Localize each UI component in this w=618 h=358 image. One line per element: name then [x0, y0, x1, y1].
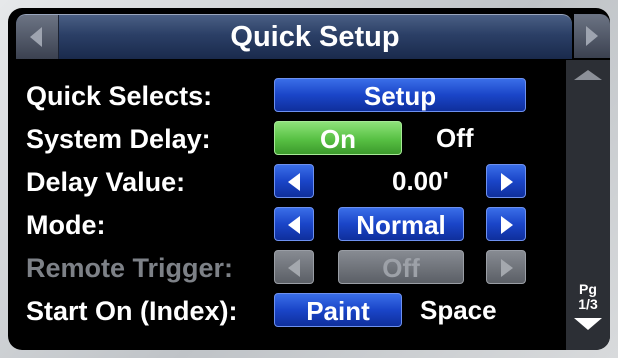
start-on-space-option[interactable]: Space: [420, 293, 497, 327]
remote-trigger-prev-button: [274, 250, 314, 284]
mode-next-button[interactable]: [486, 207, 526, 241]
quick-selects-label: Quick Selects:: [26, 81, 213, 111]
mode-value-button[interactable]: Normal: [338, 207, 464, 241]
page-indicator: Pg 1/3: [566, 282, 610, 312]
scroll-column: Pg 1/3: [566, 60, 610, 350]
remote-trigger-value: Off: [338, 250, 464, 284]
quick-selects-button[interactable]: Setup: [274, 78, 526, 112]
title-bar: Quick Setup: [16, 14, 572, 59]
start-on-label: Start On (Index):: [26, 296, 238, 326]
delay-decrease-button[interactable]: [274, 164, 314, 198]
system-delay-label: System Delay:: [26, 124, 211, 154]
chevron-right-icon: [586, 26, 598, 46]
delay-increase-button[interactable]: [486, 164, 526, 198]
scroll-down-icon[interactable]: [574, 318, 602, 330]
chevron-left-icon: [288, 259, 300, 277]
prev-page-button[interactable]: [16, 15, 59, 59]
mode-label: Mode:: [26, 210, 106, 240]
chevron-left-icon: [288, 173, 300, 191]
system-delay-off-option[interactable]: Off: [436, 121, 474, 155]
delay-value-display: 0.00': [392, 166, 449, 196]
page-title: Quick Setup: [230, 21, 400, 53]
scroll-up-icon[interactable]: [574, 70, 602, 80]
delay-value-label: Delay Value:: [26, 167, 186, 197]
page-indicator-label: Pg: [579, 281, 597, 297]
remote-trigger-label: Remote Trigger:: [26, 253, 234, 283]
device-bezel: Quick Setup Pg 1/3 Quick Selects: Setup …: [0, 0, 618, 358]
mode-prev-button[interactable]: [274, 207, 314, 241]
touch-screen: Quick Setup Pg 1/3 Quick Selects: Setup …: [8, 8, 610, 350]
chevron-right-icon: [501, 216, 513, 234]
start-on-paint-button[interactable]: Paint: [274, 293, 402, 327]
next-page-button[interactable]: [574, 14, 610, 58]
remote-trigger-next-button: [486, 250, 526, 284]
system-delay-on-button[interactable]: On: [274, 121, 402, 155]
chevron-right-icon: [501, 259, 513, 277]
chevron-left-icon: [30, 27, 42, 47]
chevron-right-icon: [501, 173, 513, 191]
chevron-left-icon: [288, 216, 300, 234]
page-indicator-number: 1/3: [578, 296, 598, 312]
